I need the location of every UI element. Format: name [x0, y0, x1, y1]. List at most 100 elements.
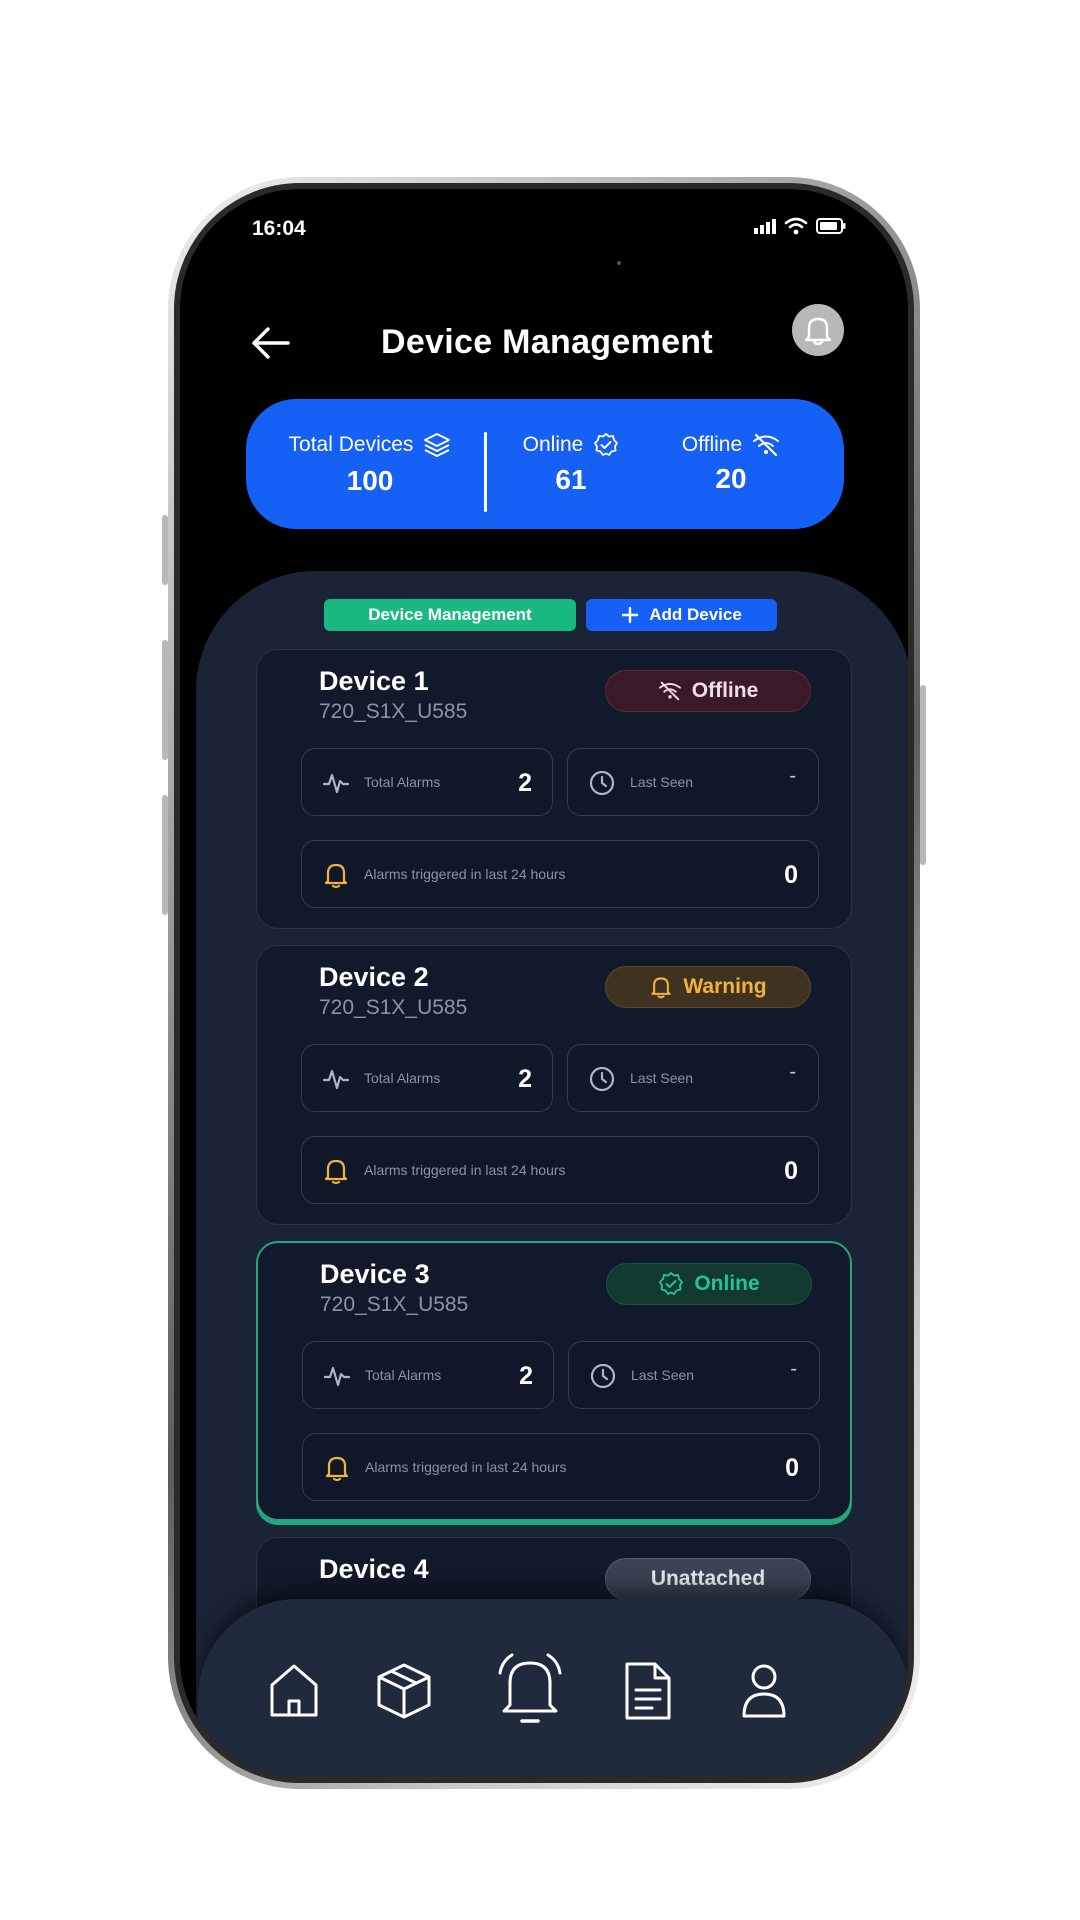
- status-badge: Online: [606, 1263, 812, 1305]
- clock-icon: [589, 770, 615, 796]
- last-seen-value: -: [790, 1358, 797, 1380]
- plus-icon: [622, 606, 639, 624]
- total-alarms-value: 2: [518, 1065, 532, 1093]
- device-name: Device 1: [319, 666, 429, 696]
- device-card[interactable]: Device 2 720_S1X_U585 Warning Total Alar…: [256, 945, 852, 1225]
- summary-total-label: Total Devices: [288, 433, 414, 456]
- side-button: [162, 795, 168, 915]
- status-badge: Unattached: [605, 1558, 811, 1600]
- nav-item-reports[interactable]: [618, 1659, 678, 1723]
- device-name: Device 3: [320, 1259, 430, 1289]
- wifi-off-icon: [658, 681, 681, 701]
- alarms-24h-label: Alarms triggered in last 24 hours: [364, 1162, 566, 1178]
- total-alarms-stat: Total Alarms 2: [301, 748, 553, 816]
- last-seen-stat: Last Seen -: [568, 1341, 820, 1409]
- summary-divider: [484, 432, 487, 512]
- side-button: [162, 515, 168, 585]
- summary-total-value: 100: [346, 465, 394, 496]
- status-time: 16:04: [252, 217, 306, 240]
- package-icon: [377, 1663, 431, 1719]
- last-seen-label: Last Seen: [630, 1070, 694, 1086]
- alarms-24h-label: Alarms triggered in last 24 hours: [365, 1459, 567, 1475]
- status-badge-label: Unattached: [650, 1567, 766, 1590]
- total-alarms-value: 2: [519, 1362, 533, 1390]
- last-seen-value: -: [789, 1061, 796, 1083]
- summary-online-label: Online: [522, 433, 584, 456]
- activity-icon: [323, 1366, 351, 1387]
- side-button: [162, 640, 168, 760]
- summary-online: Online 61: [508, 399, 634, 529]
- summary-online-value: 61: [555, 464, 587, 495]
- notifications-button[interactable]: [792, 304, 844, 356]
- device-id: 720_S1X_U585: [319, 700, 468, 723]
- wifi-icon: [784, 217, 808, 235]
- activity-icon: [322, 773, 350, 794]
- side-button: [920, 685, 926, 865]
- device-name: Device 4: [319, 1554, 429, 1584]
- status-bar: 16:04: [180, 189, 908, 265]
- alarms-24h-stat: Alarms triggered in last 24 hours 0: [301, 840, 819, 908]
- device-card[interactable]: Device 3 720_S1X_U585 Online Total Alarm…: [256, 1241, 852, 1521]
- last-seen-label: Last Seen: [630, 774, 694, 790]
- device-card[interactable]: Device 1 720_S1X_U585 Offline Total Alar…: [256, 649, 852, 929]
- summary-offline-value: 20: [715, 463, 747, 494]
- status-icons: [754, 217, 846, 235]
- battery-icon: [816, 218, 846, 234]
- alarms-24h-value: 0: [784, 1157, 798, 1185]
- verified-badge-icon: [659, 1272, 684, 1295]
- last-seen-value: -: [789, 765, 796, 787]
- status-badge-label: Online: [694, 1272, 760, 1295]
- device-id: 720_S1X_U585: [320, 1293, 469, 1316]
- tab-device-management[interactable]: Device Management: [324, 599, 576, 631]
- profile-icon: [742, 1664, 786, 1718]
- nav-item-devices[interactable]: [374, 1659, 434, 1723]
- status-badge: Warning: [605, 966, 811, 1008]
- total-alarms-label: Total Alarms: [364, 1070, 441, 1086]
- total-alarms-label: Total Alarms: [364, 774, 441, 790]
- nav-item-home[interactable]: [264, 1659, 324, 1723]
- tab-device-management-label: Device Management: [368, 605, 532, 624]
- device-summary: Total Devices 100 Online 61 Offline 20: [246, 399, 844, 529]
- alarms-24h-label: Alarms triggered in last 24 hours: [364, 866, 566, 882]
- total-alarms-stat: Total Alarms 2: [302, 1341, 554, 1409]
- bell-icon: [651, 977, 671, 999]
- status-badge: Offline: [605, 670, 811, 712]
- total-alarms-stat: Total Alarms 2: [301, 1044, 553, 1112]
- status-badge-label: Offline: [691, 679, 759, 702]
- alarms-24h-value: 0: [785, 1454, 799, 1482]
- phone-screen: 16:04 Device Management Total Devices 10…: [180, 189, 908, 1777]
- alarms-24h-stat: Alarms triggered in last 24 hours 0: [302, 1433, 820, 1501]
- device-id: 720_S1X_U585: [319, 996, 468, 1019]
- bell-icon: [324, 863, 348, 889]
- summary-offline: Offline 20: [666, 399, 796, 529]
- bell-icon: [804, 317, 832, 346]
- bottom-nav: [198, 1599, 908, 1777]
- home-icon: [270, 1664, 318, 1717]
- device-name: Device 2: [319, 962, 429, 992]
- add-device-button[interactable]: Add Device: [586, 599, 777, 631]
- add-device-label: Add Device: [649, 605, 742, 624]
- camera-dot: [617, 261, 621, 265]
- nav-item-profile[interactable]: [734, 1659, 794, 1723]
- alarms-24h-stat: Alarms triggered in last 24 hours 0: [301, 1136, 819, 1204]
- bell-icon: [325, 1456, 349, 1482]
- last-seen-stat: Last Seen -: [567, 748, 819, 816]
- summary-offline-label: Offline: [681, 433, 743, 456]
- nav-item-alarms[interactable]: [494, 1651, 566, 1727]
- bell-icon: [324, 1159, 348, 1185]
- signal-icon: [754, 219, 776, 234]
- verified-badge-icon: [594, 433, 619, 456]
- clock-icon: [589, 1066, 615, 1092]
- summary-total: Total Devices 100: [282, 399, 458, 529]
- total-alarms-label: Total Alarms: [365, 1367, 442, 1383]
- alarm-bell-icon: [498, 1653, 562, 1723]
- layers-icon: [424, 433, 451, 457]
- document-icon: [625, 1662, 671, 1720]
- status-badge-label: Warning: [683, 975, 767, 998]
- last-seen-label: Last Seen: [631, 1367, 695, 1383]
- total-alarms-value: 2: [518, 769, 532, 797]
- panel-tabs: Device Management Add Device: [324, 599, 777, 631]
- wifi-off-icon: [753, 433, 780, 457]
- activity-icon: [322, 1069, 350, 1090]
- alarms-24h-value: 0: [784, 861, 798, 889]
